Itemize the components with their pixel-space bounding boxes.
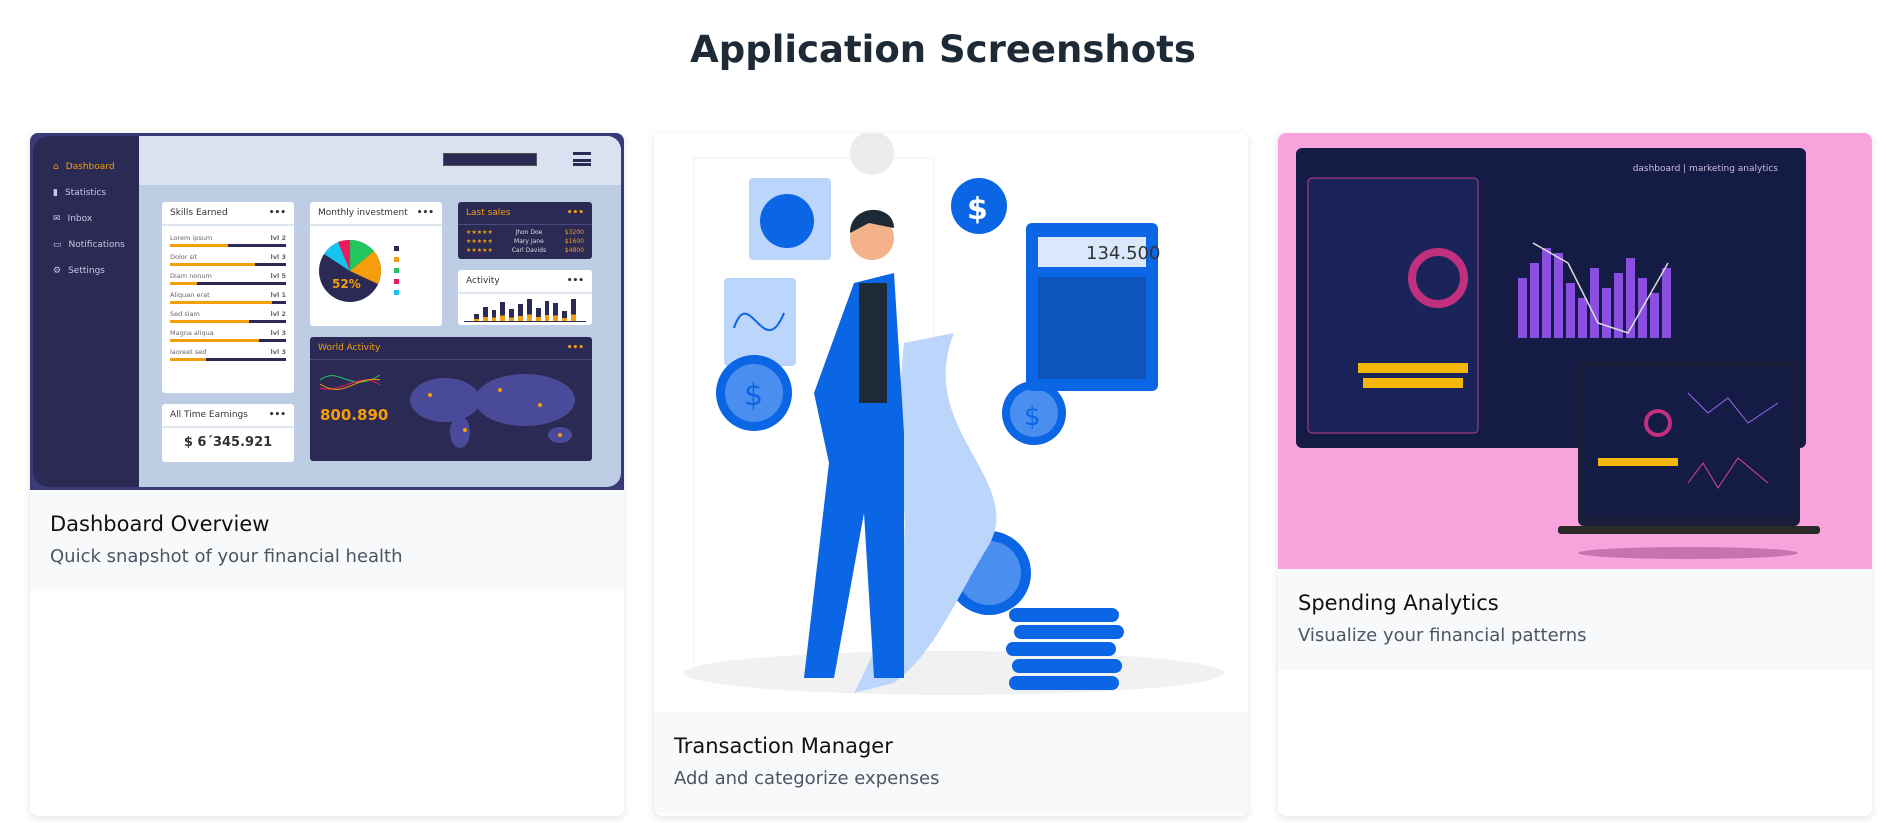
skill-bar — [170, 263, 286, 266]
sale-row: ★★★★★ Jhon Doe $3200 — [466, 229, 584, 236]
analytics-screenshot: dashboard | marketing analytics — [1278, 133, 1872, 569]
card-transaction-manager[interactable]: $ $ 134.500 $ Transaction Manager Add an… — [654, 133, 1248, 816]
activity-bar — [553, 303, 559, 321]
card-title: Spending Analytics — [1298, 591, 1499, 615]
skills-widget: Skills Earned ••• Lorem ipsum lvl 2 Dolor s… — [162, 202, 294, 393]
activity-bar — [482, 306, 488, 321]
svg-text:$: $ — [967, 192, 988, 227]
svg-text:$: $ — [1024, 402, 1041, 432]
menu-icon — [573, 152, 591, 166]
card-spending-analytics[interactable]: dashboard | marketing analytics Spending… — [1278, 133, 1872, 816]
card-caption: Dashboard Overview Quick snapshot of you… — [30, 490, 624, 591]
home-icon: ⌂ — [53, 162, 59, 172]
skill-bar — [170, 320, 286, 323]
world-activity-widget: World Activity ••• 800.890 — [310, 337, 592, 461]
person — [804, 273, 904, 678]
analytics-bar — [1590, 268, 1599, 338]
activity-bar — [491, 310, 497, 321]
skill-bar — [170, 244, 286, 247]
activity-bar — [474, 313, 479, 321]
activity-bar — [500, 301, 506, 321]
skill-row: Diam nonum lvl 5 — [170, 272, 286, 280]
analytics-bar — [1554, 253, 1563, 338]
settings-icon: ⚙ — [53, 266, 62, 276]
card-caption: Transaction Manager Add and categorize e… — [654, 712, 1248, 813]
dashboard-screenshot: ⌂ Dashboard ▮ Statistics ✉ Inbox ▭ Notificat… — [30, 133, 624, 490]
analytics-bar — [1542, 248, 1551, 338]
analytics-bar — [1650, 293, 1659, 338]
notifications-icon: ▭ — [53, 240, 62, 250]
svg-text:dashboard | marketing analytic: dashboard | marketing analytics — [1633, 164, 1779, 174]
activity-bar — [544, 300, 550, 321]
mock-search — [443, 153, 537, 166]
analytics-bar — [1602, 288, 1611, 338]
skill-row: laoreet sed lvl 3 — [170, 348, 286, 356]
skill-bar — [170, 301, 286, 304]
card-subtitle: Add and categorize expenses — [674, 768, 940, 789]
analytics-bar — [1626, 258, 1635, 338]
sale-row: ★★★★★ Carl Davids $4800 — [466, 247, 584, 254]
chart-icon — [724, 278, 796, 366]
activity-bar — [535, 307, 541, 321]
earnings-widget: All Time Earnings ••• $ 6´345.921 — [162, 404, 294, 462]
transaction-illustration: $ $ 134.500 $ — [654, 133, 1248, 712]
activity-bar — [526, 299, 532, 321]
statistics-icon: ▮ — [53, 188, 58, 198]
analytics-bar — [1578, 298, 1587, 338]
card-subtitle: Visualize your financial patterns — [1298, 625, 1587, 646]
skill-bar — [170, 358, 286, 361]
svg-text:$: $ — [744, 378, 763, 413]
activity-bar — [562, 311, 568, 321]
analytics-bar — [1530, 263, 1539, 338]
activity-bar — [509, 309, 515, 321]
analytics-bar — [1518, 278, 1527, 338]
skill-bar — [170, 339, 286, 342]
skill-bar — [170, 282, 286, 285]
activity-widget: Activity ••• — [458, 270, 592, 325]
activity-bar — [518, 304, 523, 321]
card-title: Dashboard Overview — [50, 512, 270, 536]
skill-row: Magna aliqua lvl 3 — [170, 329, 286, 337]
svg-text:134.500: 134.500 — [1086, 243, 1160, 264]
skill-row: Lorem ipsum lvl 2 — [170, 234, 286, 242]
card-subtitle: Quick snapshot of your financial health — [50, 546, 403, 567]
sale-row: ★★★★★ Mary Jane $1600 — [466, 238, 584, 245]
card-title: Transaction Manager — [674, 734, 893, 758]
last-sales-widget: Last sales ••• ★★★★★ Jhon Doe $3200 ★★★★★ Mar… — [458, 202, 592, 259]
skill-row: Aliquan erat lvl 1 — [170, 291, 286, 299]
skill-row: Sed siam lvl 2 — [170, 310, 286, 318]
page-title: Application Screenshots — [690, 28, 1196, 71]
inbox-icon: ✉ — [53, 214, 61, 224]
analytics-bar — [1566, 283, 1575, 338]
analytics-bar — [1662, 268, 1671, 338]
mock-topbar — [139, 136, 621, 185]
world-map: 800.890 — [319, 374, 575, 448]
card-dashboard-overview[interactable]: ⌂ Dashboard ▮ Statistics ✉ Inbox ▭ Notificat… — [30, 133, 624, 816]
svg-text:52%: 52% — [332, 277, 361, 291]
pie-chart: 52% — [319, 239, 399, 302]
activity-bar — [571, 299, 576, 321]
mock-sidebar: ⌂ Dashboard ▮ Statistics ✉ Inbox ▭ Notificat… — [33, 136, 139, 487]
svg-text:800.890: 800.890 — [320, 406, 388, 424]
skill-row: Dolor sit lvl 3 — [170, 253, 286, 261]
investment-widget: Monthly investment ••• 52% — [310, 202, 442, 326]
card-caption: Spending Analytics Visualize your financ… — [1278, 569, 1872, 670]
